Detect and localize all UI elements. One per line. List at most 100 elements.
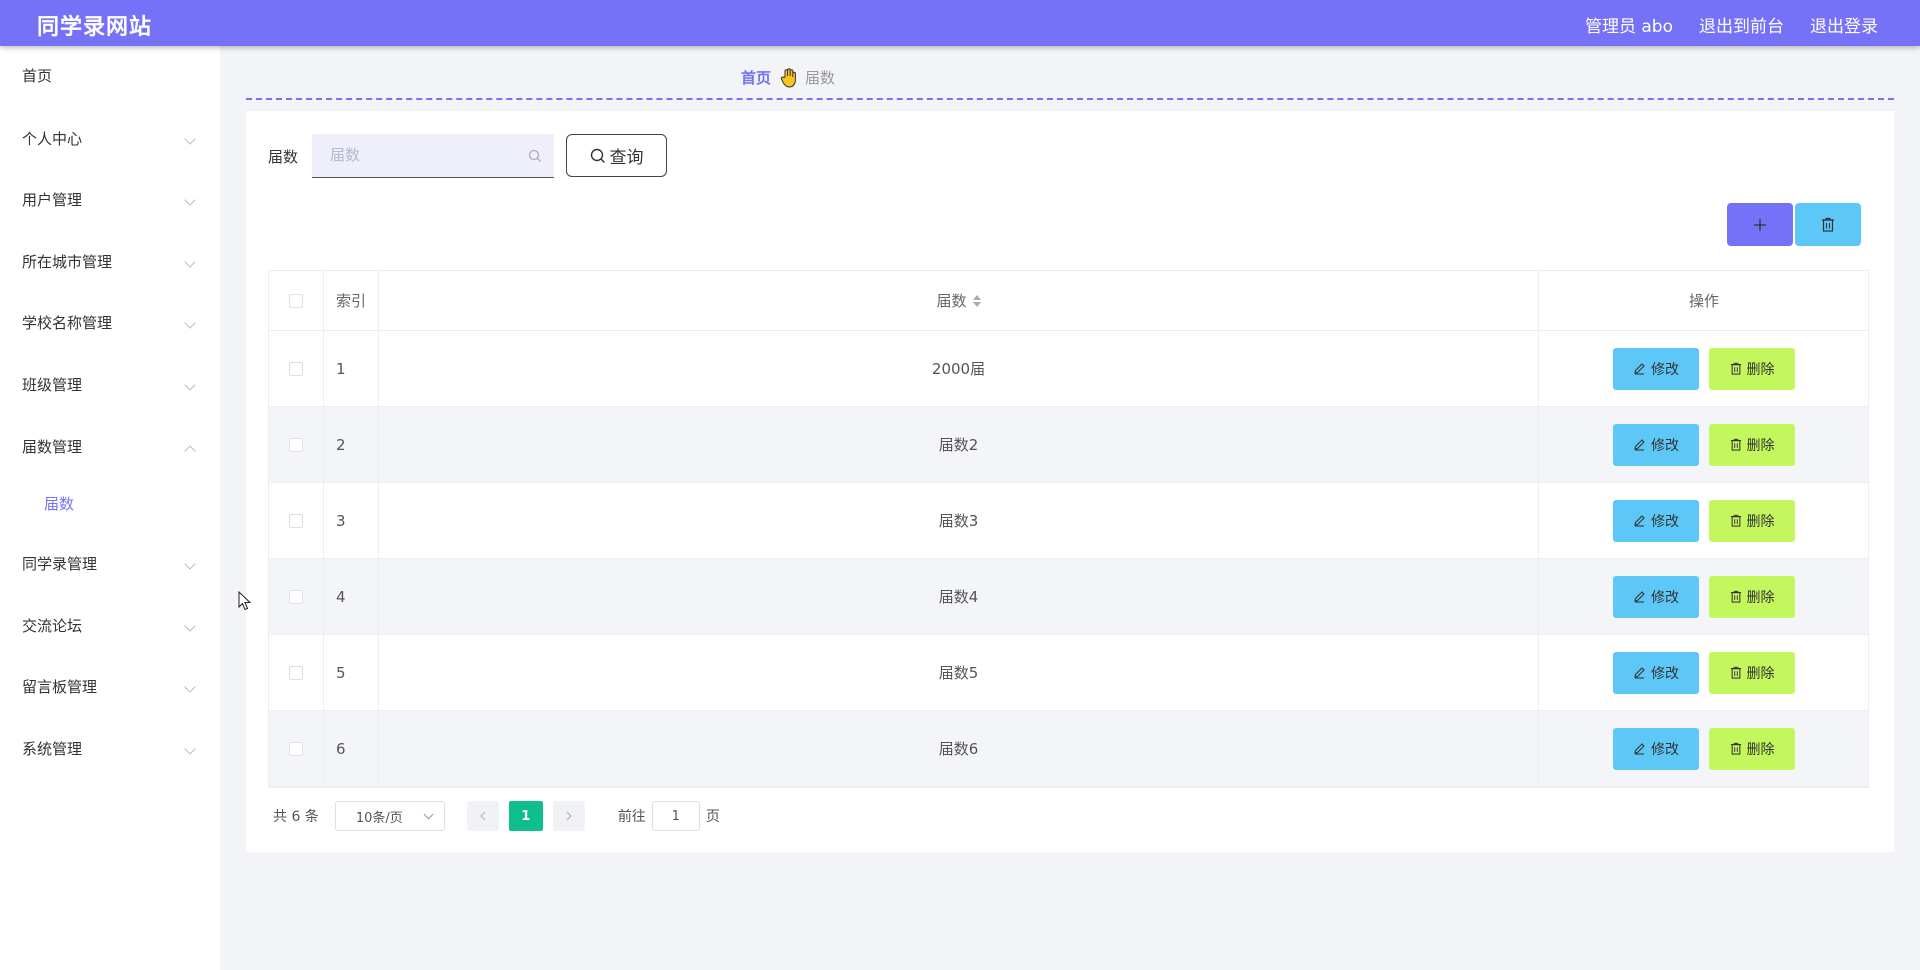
breadcrumb: 首页 届数 bbox=[741, 67, 835, 88]
goto-page-input[interactable] bbox=[651, 801, 700, 831]
sidebar-item-class-management[interactable]: 班级管理 bbox=[0, 364, 220, 404]
delete-button[interactable]: 删除 bbox=[1709, 575, 1795, 618]
add-button[interactable] bbox=[1727, 203, 1793, 246]
sidebar-item-message-board[interactable]: 留言板管理 bbox=[0, 666, 220, 706]
edit-button[interactable]: 修改 bbox=[1613, 499, 1699, 542]
page-size-select[interactable]: 10条/页 bbox=[334, 801, 445, 831]
table-row[interactable]: 4 届数4 修改 删除 bbox=[269, 559, 1868, 635]
sidebar-menu: 首页 个人中心 用户管理 所在城市管理 学校名称管理 班级管理 届数管理 届数 … bbox=[0, 46, 220, 970]
trash-icon bbox=[1730, 362, 1741, 375]
row-checkbox[interactable] bbox=[289, 665, 303, 680]
page-number-current[interactable]: 1 bbox=[508, 801, 543, 831]
select-all-checkbox[interactable] bbox=[289, 293, 303, 308]
row-actions: 修改 删除 bbox=[1539, 635, 1869, 710]
sort-icon[interactable] bbox=[972, 294, 981, 307]
table-body: 1 2000届 修改 删除 2 届数2 修改 删除 3 届数3 修改 删除 4 届数4 修改 删除 5 届数5 修改… bbox=[269, 331, 1868, 787]
edit-button-label: 修改 bbox=[1651, 361, 1679, 378]
page-size-value: 10条/页 bbox=[355, 810, 403, 826]
row-actions: 修改 删除 bbox=[1539, 483, 1869, 558]
delete-button[interactable]: 删除 bbox=[1709, 423, 1795, 466]
row-checkbox[interactable] bbox=[289, 589, 303, 604]
chevron-down-icon bbox=[184, 620, 196, 632]
table-row[interactable]: 3 届数3 修改 删除 bbox=[269, 483, 1868, 559]
table-header: 索引 届数 操作 bbox=[269, 271, 1868, 331]
row-checkbox[interactable] bbox=[289, 741, 303, 756]
sidebar-item-forum[interactable]: 交流论坛 bbox=[0, 605, 220, 645]
edit-icon bbox=[1634, 515, 1645, 527]
data-table: 索引 届数 操作 1 2000届 修改 删除 2 届数2 修改 删除 3 届数3 修改 删除 4 届数4 修… bbox=[268, 270, 1869, 788]
sidebar-item-user-management[interactable]: 用户管理 bbox=[0, 179, 220, 219]
row-checkbox[interactable] bbox=[289, 513, 303, 528]
sidebar-subitem-year[interactable]: 届数 bbox=[0, 483, 220, 523]
edit-icon bbox=[1634, 743, 1645, 755]
edit-icon bbox=[1634, 667, 1645, 679]
search-input[interactable] bbox=[312, 134, 522, 176]
next-page-button[interactable] bbox=[552, 801, 585, 831]
logout-link[interactable]: 退出登录 bbox=[1810, 12, 1878, 37]
table-row[interactable]: 2 届数2 修改 删除 bbox=[269, 407, 1868, 483]
query-button-label: 查询 bbox=[609, 148, 644, 168]
chevron-down-icon bbox=[184, 681, 196, 693]
sidebar-item-label: 届数管理 bbox=[22, 438, 83, 456]
sidebar-item-personal-center[interactable]: 个人中心 bbox=[0, 118, 220, 158]
trash-icon bbox=[1730, 514, 1741, 527]
sidebar-item-classmates-management[interactable]: 同学录管理 bbox=[0, 543, 220, 583]
breadcrumb-current: 届数 bbox=[805, 69, 836, 87]
table-row[interactable]: 6 届数6 修改 删除 bbox=[269, 711, 1868, 787]
edit-button[interactable]: 修改 bbox=[1613, 575, 1699, 618]
delete-button[interactable]: 删除 bbox=[1709, 347, 1795, 390]
admin-username[interactable]: 管理员 abo bbox=[1585, 12, 1673, 37]
row-actions: 修改 删除 bbox=[1539, 711, 1869, 786]
chevron-down-icon bbox=[184, 133, 196, 145]
table-row[interactable]: 5 届数5 修改 删除 bbox=[269, 635, 1868, 711]
delete-button[interactable]: 删除 bbox=[1709, 727, 1795, 770]
edit-button[interactable]: 修改 bbox=[1613, 347, 1699, 390]
sidebar-item-label: 交流论坛 bbox=[22, 617, 83, 635]
trash-icon bbox=[1730, 438, 1741, 451]
row-check-cell bbox=[269, 407, 324, 482]
row-index: 5 bbox=[324, 635, 379, 710]
back-to-front-link[interactable]: 退出到前台 bbox=[1699, 12, 1784, 37]
hand-icon bbox=[780, 67, 796, 88]
goto-prefix: 前往 bbox=[617, 809, 646, 825]
trash-icon bbox=[1730, 666, 1741, 679]
prev-page-button[interactable] bbox=[466, 801, 499, 831]
row-checkbox[interactable] bbox=[289, 437, 303, 452]
search-icon bbox=[590, 148, 605, 163]
row-year: 2000届 bbox=[379, 331, 1539, 406]
delete-button[interactable]: 删除 bbox=[1709, 499, 1795, 542]
batch-delete-button[interactable] bbox=[1795, 203, 1861, 246]
chevron-down-icon bbox=[184, 317, 196, 329]
row-actions: 修改 删除 bbox=[1539, 559, 1869, 634]
query-button[interactable]: 查询 bbox=[566, 134, 667, 177]
header-year-label: 届数 bbox=[936, 292, 967, 310]
edit-button-label: 修改 bbox=[1651, 513, 1679, 530]
chevron-up-icon bbox=[184, 445, 196, 457]
sidebar-item-year-management[interactable]: 届数管理 bbox=[0, 426, 220, 466]
delete-button-label: 删除 bbox=[1746, 437, 1775, 454]
chevron-down-icon bbox=[184, 379, 196, 391]
trash-icon bbox=[1822, 217, 1834, 232]
breadcrumb-home[interactable]: 首页 bbox=[741, 67, 771, 88]
header-year[interactable]: 届数 bbox=[379, 271, 1539, 330]
sidebar-item-label: 学校名称管理 bbox=[22, 314, 113, 332]
table-row[interactable]: 1 2000届 修改 删除 bbox=[269, 331, 1868, 407]
sidebar-item-system-management[interactable]: 系统管理 bbox=[0, 728, 220, 768]
goto-page: 前往 页 bbox=[618, 801, 720, 831]
edit-button[interactable]: 修改 bbox=[1613, 651, 1699, 694]
row-checkbox[interactable] bbox=[289, 361, 303, 376]
sidebar-item-label: 留言板管理 bbox=[22, 678, 98, 696]
edit-button-label: 修改 bbox=[1651, 589, 1679, 606]
sidebar-item-school-management[interactable]: 学校名称管理 bbox=[0, 302, 220, 342]
row-year: 届数2 bbox=[379, 407, 1539, 482]
sidebar-item-label: 班级管理 bbox=[22, 376, 83, 394]
sidebar-item-home[interactable]: 首页 bbox=[0, 55, 220, 95]
user-area: 管理员 abo 退出到前台 退出登录 bbox=[1585, 12, 1878, 37]
edit-button-label: 修改 bbox=[1651, 437, 1679, 454]
edit-button[interactable]: 修改 bbox=[1613, 727, 1699, 770]
search-icon bbox=[528, 149, 541, 162]
edit-button[interactable]: 修改 bbox=[1613, 423, 1699, 466]
delete-button-label: 删除 bbox=[1746, 589, 1775, 606]
delete-button[interactable]: 删除 bbox=[1709, 651, 1795, 694]
sidebar-item-city-management[interactable]: 所在城市管理 bbox=[0, 241, 220, 281]
